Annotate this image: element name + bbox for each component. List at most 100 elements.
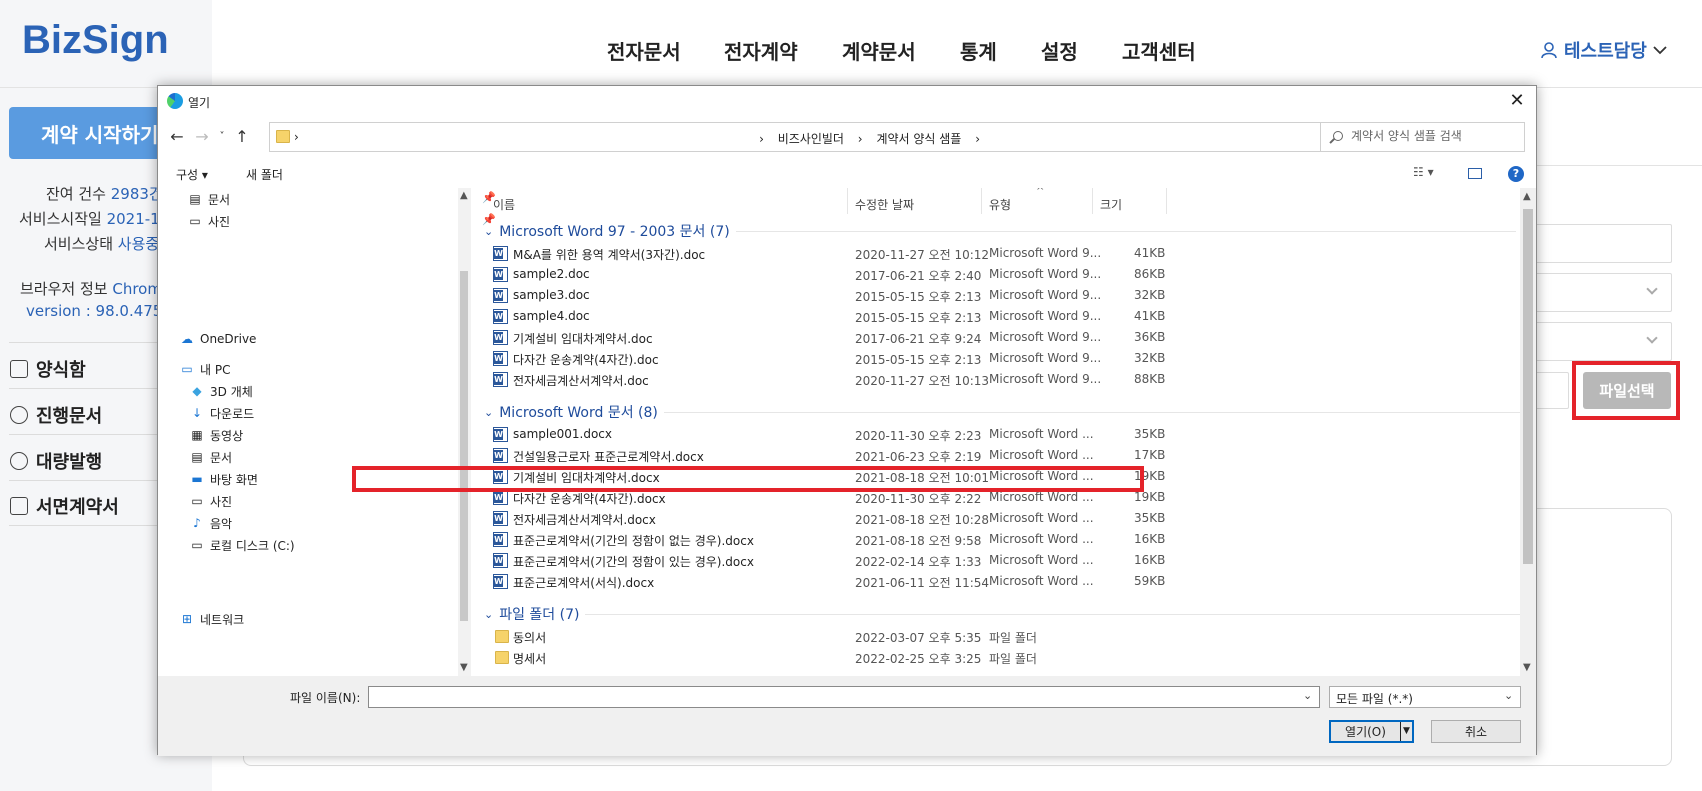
file-row[interactable]: 전자세금계산서계약서.doc 2020-11-27 오전 10:13Microso… (474, 369, 1514, 390)
file-list-scroll-thumb[interactable] (1523, 209, 1533, 564)
nav-item-pictures[interactable]: ▭ 사진 (188, 213, 230, 230)
file-row[interactable]: 다자간 운송계약(4자간).doc 2015-05-15 오후 2:13 Micro… (474, 348, 1514, 369)
filename-input[interactable] (368, 686, 1320, 708)
breadcrumb-item[interactable]: 비즈사인빌더 (778, 132, 844, 146)
forward-arrow-icon[interactable]: → (191, 126, 213, 148)
group-header[interactable]: ⌄ Microsoft Word 97 - 2003 문서 (7) (484, 221, 1516, 241)
nav-item-documents[interactable]: ▤ 문서 (188, 191, 230, 208)
file-type: Microsoft Word ... (989, 532, 1094, 546)
file-row[interactable]: 전자세금계산서계약서.docx 2021-08-18 오전 10:28Micros… (474, 508, 1514, 529)
breadcrumb-item[interactable]: 계약서 양식 샘플 (876, 132, 961, 146)
scroll-up-icon[interactable]: ▲ (1523, 191, 1531, 202)
recent-locations-icon[interactable]: ˅ (211, 126, 233, 148)
scroll-down-icon[interactable]: ▼ (460, 662, 468, 673)
scroll-up-icon[interactable]: ▲ (460, 190, 468, 201)
nav-item-desktop[interactable]: ▬ 바탕 화면 (190, 471, 258, 488)
file-row[interactable]: sample2.doc 2017-06-21 오후 2:40 Microsoft W… (474, 264, 1514, 285)
user-menu[interactable]: 테스트담당 (1540, 37, 1667, 63)
column-divider[interactable] (1166, 188, 1167, 214)
sidebar-item-forms[interactable]: 양식함 (10, 356, 86, 382)
folder-row[interactable]: 동의서 2022-03-07 오후 5:35 파일 폴더 (474, 626, 1514, 647)
file-date: 2020-11-30 오후 2:23 (855, 429, 982, 443)
open-button-label: 열기(O) (1345, 725, 1386, 739)
nav-item-network[interactable]: ⊞ 네트워크 (180, 611, 244, 628)
close-icon[interactable]: ✕ (1506, 90, 1528, 112)
column-header-date[interactable]: 수정한 날짜 (855, 196, 914, 213)
nav-customer-center[interactable]: 고객센터 (1122, 36, 1196, 65)
nav-settings[interactable]: 설정 (1041, 36, 1078, 65)
chevron-down-icon (1653, 46, 1667, 55)
sidebar-item-bulk-issue[interactable]: 대량발행 (10, 448, 102, 474)
address-bar[interactable]: › › 비즈사인빌더 › 계약서 양식 샘플 › ⌄ ↻ (269, 122, 1427, 152)
new-folder-button[interactable]: 새 폴더 (246, 166, 283, 183)
file-type: 파일 폴더 (989, 652, 1037, 666)
chevron-down-icon[interactable]: ▼ (1400, 722, 1412, 741)
navigation-row: ← → ˅ ↑ › › 비즈사인빌더 › 계약서 양식 샘플 › ⌄ ↻ (158, 122, 1536, 152)
nav-item-music[interactable]: ♪ 음악 (190, 515, 232, 532)
service-start-value: 2021-1 (106, 210, 160, 228)
search-box[interactable] (1320, 122, 1525, 152)
file-row[interactable]: 건설일용근로자 표준근로계약서.docx 2021-06-23 오후 2:19 Mi… (474, 445, 1514, 466)
back-arrow-icon[interactable]: ← (166, 126, 188, 148)
nav-e-document[interactable]: 전자문서 (607, 36, 681, 65)
nav-item-local-disk[interactable]: ▭ 로컬 디스크 (C:) (190, 537, 294, 554)
group-header[interactable]: ⌄ 파일 폴더 (7) (484, 604, 1520, 624)
nav-item-onedrive[interactable]: ☁ OneDrive (180, 332, 256, 346)
filetype-select[interactable]: 모든 파일 (*.*) (1329, 686, 1521, 708)
column-divider[interactable] (981, 188, 982, 214)
column-header-name[interactable]: 이름 (493, 196, 515, 213)
file-row[interactable]: sample4.doc 2015-05-15 오후 2:13 Microsoft W… (474, 306, 1514, 327)
help-icon[interactable]: ? (1508, 166, 1524, 182)
user-name: 테스트담당 (1564, 41, 1647, 62)
file-size: 16KB (1134, 532, 1166, 546)
preview-pane-icon[interactable] (1468, 168, 1482, 179)
organize-button[interactable]: 구성 ▾ (176, 166, 208, 183)
chevron-down-icon[interactable]: ⌄ (1504, 689, 1513, 702)
nav-item-videos[interactable]: ▦ 동영상 (190, 427, 243, 444)
gear-icon (10, 452, 28, 470)
column-header-type[interactable]: 유형 (989, 196, 1011, 213)
nav-item-documents[interactable]: ▤ 문서 (190, 449, 232, 466)
browser-value: Chrom (112, 280, 162, 298)
nav-e-contract[interactable]: 전자계약 (724, 36, 798, 65)
word-document-icon (493, 553, 508, 568)
file-row[interactable]: sample3.doc 2015-05-15 오후 2:13 Microsoft W… (474, 285, 1514, 306)
file-row[interactable]: sample001.docx 2020-11-30 오후 2:23 Microsof… (474, 424, 1514, 445)
nav-item-downloads[interactable]: ↓ 다운로드 (190, 405, 254, 422)
nav-item-label: 동영상 (210, 429, 244, 443)
file-type: Microsoft Word 9... (989, 288, 1102, 302)
view-options-button[interactable]: ☷ ▾ (1413, 165, 1434, 179)
column-divider[interactable] (847, 188, 848, 214)
chevron-down-icon: ⌄ (484, 224, 494, 238)
file-row[interactable]: 표준근로계약서(기간의 정함이 없는 경우).docx 2021-08-18 오전… (474, 529, 1514, 550)
bizsign-logo[interactable]: BizSign (22, 18, 169, 63)
nav-item-3d-objects[interactable]: ◆ 3D 개체 (190, 383, 252, 400)
search-input[interactable] (1351, 129, 1516, 143)
scroll-down-icon[interactable]: ▼ (1523, 662, 1531, 673)
sidebar-item-in-progress[interactable]: 진행문서 (10, 402, 102, 428)
sidebar-item-paper-contract[interactable]: 서면계약서 (10, 493, 119, 519)
nav-pane-scroll-thumb[interactable] (460, 271, 468, 621)
up-arrow-icon[interactable]: ↑ (231, 126, 253, 148)
title-input[interactable] (1530, 224, 1672, 263)
column-divider[interactable] (1092, 188, 1093, 214)
file-row[interactable]: 표준근로계약서(기간의 정함이 있는 경우).docx 2022-02-14 오후… (474, 550, 1514, 571)
file-row[interactable]: 표준근로계약서(서식).docx 2021-06-11 오전 11:54Micro… (474, 571, 1514, 592)
group-header[interactable]: ⌄ Microsoft Word 문서 (8) (484, 402, 1520, 422)
file-row[interactable]: M&A를 위한 용역 계약서(3자간).doc 2020-11-27 오전 10:… (474, 243, 1514, 264)
file-date: 2015-05-15 오후 2:13 (855, 311, 982, 325)
nav-item-pictures[interactable]: ▭ 사진 (190, 493, 232, 510)
nav-contract-documents[interactable]: 계약문서 (842, 36, 916, 65)
file-size: 19KB (1134, 490, 1166, 504)
column-header-size[interactable]: 크기 (1100, 196, 1122, 213)
folder-name: 명세서 (513, 652, 547, 666)
dialog-titlebar[interactable]: 열기 ✕ (158, 86, 1536, 116)
nav-item-this-pc[interactable]: ▭ 내 PC (180, 361, 230, 378)
file-type: 파일 폴더 (989, 631, 1037, 645)
folder-row[interactable]: 명세서 2022-02-25 오후 3:25 파일 폴더 (474, 647, 1514, 668)
chevron-down-icon[interactable]: ⌄ (1303, 689, 1312, 702)
cancel-button[interactable]: 취소 (1431, 720, 1521, 743)
nav-statistics[interactable]: 통계 (960, 36, 997, 65)
open-button[interactable]: 열기(O) ▼ (1329, 720, 1414, 743)
file-row[interactable]: 기계설비 임대차계약서.doc 2017-06-21 오후 9:24 Microso… (474, 327, 1514, 348)
